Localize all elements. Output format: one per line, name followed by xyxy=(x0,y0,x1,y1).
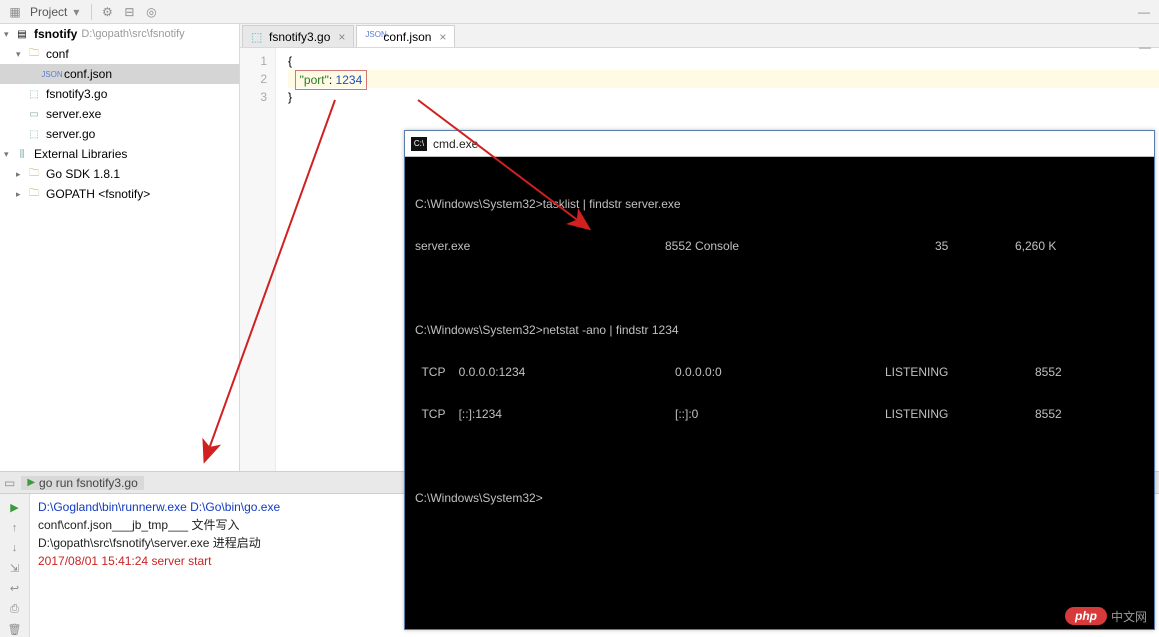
toolbar-separator xyxy=(91,4,92,20)
caret-down-icon[interactable]: ▾ xyxy=(16,49,26,60)
cmd-body[interactable]: C:\Windows\System32>tasklist | findstr s… xyxy=(405,157,1154,567)
tree-dir-label: conf xyxy=(46,47,69,61)
line-number: 2 xyxy=(240,70,267,88)
gear-icon[interactable]: ⚙ xyxy=(99,4,115,20)
cmd-title-text: cmd.exe xyxy=(433,137,478,151)
go-file-icon: ⬚ xyxy=(26,86,42,102)
tab-conf-json[interactable]: JSON conf.json × xyxy=(356,25,455,47)
caret-right-icon[interactable]: ▸ xyxy=(16,169,26,180)
cmd-icon: C:\ xyxy=(411,137,427,151)
cmd-titlebar[interactable]: C:\ cmd.exe xyxy=(405,131,1154,157)
tree-root[interactable]: ▾ ▤ fsnotify D:\gopath\src\fsnotify xyxy=(0,24,239,44)
close-icon[interactable]: × xyxy=(338,30,345,44)
project-icon: ▦ xyxy=(7,4,23,20)
json-icon: JSON xyxy=(44,66,60,82)
project-tree[interactable]: ▾ ▤ fsnotify D:\gopath\src\fsnotify ▾ 🗀 … xyxy=(0,24,240,471)
go-file-icon: ⬚ xyxy=(251,30,265,44)
tree-file-conf-json[interactable]: JSON conf.json xyxy=(0,64,239,84)
sdk-icon: 🗀 xyxy=(26,166,42,182)
caret-down-icon[interactable]: ▾ xyxy=(4,149,14,160)
cmd-line: C:\Windows\System32>tasklist | findstr s… xyxy=(415,194,1144,215)
play-icon: ▶ xyxy=(27,477,35,488)
export-icon[interactable]: ⇲ xyxy=(7,561,23,575)
caret-down-icon[interactable]: ▾ xyxy=(4,29,14,40)
tree-root-name: fsnotify xyxy=(34,27,77,41)
tab-fsnotify3[interactable]: ⬚ fsnotify3.go × xyxy=(242,25,354,47)
exe-file-icon: ▭ xyxy=(26,106,42,122)
tree-sdk-label: Go SDK 1.8.1 xyxy=(46,167,120,181)
cmd-line: TCP [::]:1234[::]:0LISTENING8552 xyxy=(415,404,1144,425)
down-icon[interactable]: ↓ xyxy=(7,541,23,555)
tree-sdk[interactable]: ▸ 🗀 Go SDK 1.8.1 xyxy=(0,164,239,184)
code-line-2: "port": 1234 xyxy=(288,70,1159,88)
project-label: Project xyxy=(30,5,67,19)
tree-file-go2[interactable]: ⬚ server.go xyxy=(0,124,239,144)
cmd-line: C:\Windows\System32>netstat -ano | finds… xyxy=(415,320,1144,341)
json-icon: JSON xyxy=(365,30,379,44)
trash-icon[interactable]: 🗑 xyxy=(7,623,23,637)
tree-gopath[interactable]: ▸ 🗀 GOPATH <fsnotify> xyxy=(0,184,239,204)
collapse-icon[interactable]: ⊟ xyxy=(121,4,137,20)
gopath-icon: 🗀 xyxy=(26,186,42,202)
library-icon: ⫼ xyxy=(14,146,30,162)
tree-dir-conf[interactable]: ▾ 🗀 conf xyxy=(0,44,239,64)
run-tab-label: go run fsnotify3.go xyxy=(39,476,138,490)
folder-icon: 🗀 xyxy=(26,46,42,62)
cmd-line: server.exe8552 Console356,260 K xyxy=(415,236,1144,257)
watermark-text: 中文网 xyxy=(1111,608,1147,625)
line-gutter: 1 2 3 xyxy=(240,48,276,471)
close-icon[interactable]: × xyxy=(439,30,446,44)
cmd-window: C:\ cmd.exe C:\Windows\System32>tasklist… xyxy=(404,130,1155,630)
cmd-line: C:\Windows\System32> xyxy=(415,488,1144,509)
project-dropdown-icon[interactable]: ▾ xyxy=(73,5,79,19)
tree-gopath-label: GOPATH <fsnotify> xyxy=(46,187,150,201)
rerun-icon[interactable]: ▶ xyxy=(7,500,23,514)
cmd-line xyxy=(415,278,1144,299)
code-line-1: { xyxy=(288,52,1159,70)
watermark: php 中文网 xyxy=(1065,607,1147,625)
run-tab[interactable]: ▶ go run fsnotify3.go xyxy=(21,476,143,490)
print-icon[interactable]: ⎙ xyxy=(7,602,23,616)
tree-file-label: server.exe xyxy=(46,107,101,121)
stop-icon[interactable]: ↑ xyxy=(7,520,23,534)
tree-extlib-label: External Libraries xyxy=(34,147,127,161)
cmd-line xyxy=(415,446,1144,467)
watermark-pill: php xyxy=(1065,607,1107,625)
run-gutter: ▶ ↑ ↓ ⇲ ↩ ⎙ 🗑 xyxy=(0,494,30,637)
hide-icon[interactable]: — xyxy=(1136,4,1152,20)
cmd-line: TCP 0.0.0.0:12340.0.0.0:0LISTENING8552 xyxy=(415,362,1144,383)
tree-file-label: conf.json xyxy=(64,67,112,81)
project-toolbar: ▦ Project ▾ ⚙ ⊟ ◎ — xyxy=(0,0,1159,24)
editor-tabs: ⬚ fsnotify3.go × JSON conf.json × xyxy=(240,24,1159,48)
target-icon[interactable]: ◎ xyxy=(143,4,159,20)
line-number: 3 xyxy=(240,88,267,106)
go-file-icon: ⬚ xyxy=(26,126,42,142)
tree-file-label: fsnotify3.go xyxy=(46,87,107,101)
editor-minimize-icon[interactable]: — xyxy=(1139,40,1151,54)
caret-right-icon[interactable]: ▸ xyxy=(16,189,26,200)
run-tool-icon[interactable]: ▭ xyxy=(4,476,15,490)
tree-file-go[interactable]: ⬚ fsnotify3.go xyxy=(0,84,239,104)
code-line-3: } xyxy=(288,88,1159,106)
tree-root-path: D:\gopath\src\fsnotify xyxy=(81,28,184,40)
wrap-icon[interactable]: ↩ xyxy=(7,582,23,596)
tree-file-exe[interactable]: ▭ server.exe xyxy=(0,104,239,124)
tree-external-libs[interactable]: ▾ ⫼ External Libraries xyxy=(0,144,239,164)
line-number: 1 xyxy=(240,52,267,70)
tree-file-label: server.go xyxy=(46,127,95,141)
tab-label: conf.json xyxy=(383,30,431,44)
tab-label: fsnotify3.go xyxy=(269,30,330,44)
module-icon: ▤ xyxy=(14,26,30,42)
